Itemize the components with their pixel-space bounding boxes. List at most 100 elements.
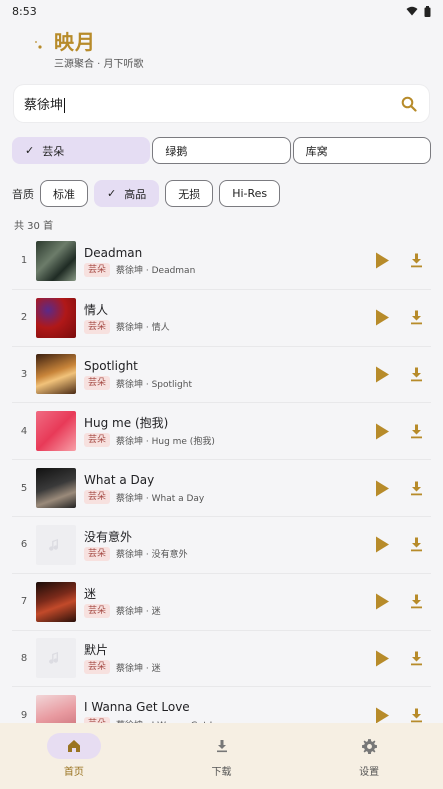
quality-chip-label: 标准 — [53, 187, 75, 201]
play-button[interactable] — [373, 706, 391, 723]
app-subtitle: 三源聚合 · 月下听歌 — [54, 59, 144, 70]
play-button[interactable] — [373, 309, 391, 327]
play-icon — [375, 593, 389, 610]
nav-label: 首页 — [63, 767, 84, 778]
song-title: Spotlight — [84, 359, 138, 374]
quality-chip-lossless[interactable]: 无损 — [165, 180, 214, 207]
song-index: 9 — [20, 709, 28, 721]
album-cover — [36, 354, 76, 395]
download-button[interactable] — [407, 479, 425, 497]
song-index: 1 — [20, 255, 28, 267]
play-icon — [375, 536, 389, 553]
song-row[interactable]: 9 I Wanna Get Love 芸朵 蔡徐坤 · I Wanna Get … — [12, 687, 431, 723]
result-count: 共 30 首 — [14, 221, 54, 232]
album-cover — [36, 695, 76, 723]
download-button[interactable] — [407, 422, 425, 440]
search-bar[interactable]: 蔡徐坤 — [14, 85, 429, 122]
song-row[interactable]: 1 Deadman 芸朵 蔡徐坤 · Deadman — [12, 233, 431, 290]
source-tag: 芸朵 — [84, 433, 111, 448]
source-tag: 芸朵 — [84, 490, 111, 505]
song-row[interactable]: 6 没有意外 芸朵 蔡徐坤 · 没有意外 — [12, 517, 431, 574]
song-title: Deadman — [84, 245, 143, 260]
app-title: 映月 — [54, 30, 96, 54]
song-row[interactable]: 2 情人 芸朵 蔡徐坤 · 情人 — [12, 290, 431, 347]
play-icon — [375, 650, 389, 667]
song-title: What a Day — [84, 473, 155, 488]
album-cover — [36, 581, 76, 622]
nav-label: 下载 — [211, 767, 232, 778]
play-icon — [375, 707, 389, 723]
song-index: 7 — [20, 596, 28, 608]
nav-home[interactable]: 首页 — [0, 723, 148, 789]
play-button[interactable] — [373, 536, 391, 554]
play-button[interactable] — [373, 422, 391, 440]
app-header: 映月 三源聚合 · 月下听歌 — [14, 30, 144, 70]
quality-chip-label: 无损 — [178, 187, 201, 201]
song-row[interactable]: 5 What a Day 芸朵 蔡徐坤 · What a Day — [12, 460, 431, 517]
source-chip-yunduo[interactable]: ✓ 芸朵 — [12, 137, 151, 164]
source-tag: 芸朵 — [84, 319, 111, 334]
search-icon[interactable] — [401, 96, 417, 112]
play-button[interactable] — [373, 649, 391, 667]
source-chip-lve[interactable]: 绿鹅 — [152, 137, 291, 164]
song-index: 4 — [20, 425, 28, 437]
song-row[interactable]: 4 Hug me (抱我) 芸朵 蔡徐坤 · Hug me (抱我) — [12, 403, 431, 461]
album-cover — [36, 240, 76, 281]
status-time: 8:53 — [12, 4, 37, 18]
song-row[interactable]: 3 Spotlight 芸朵 蔡徐坤 · Spotlight — [12, 347, 431, 404]
source-chip-label: 芸朵 — [42, 144, 65, 158]
music-note-placeholder-icon — [36, 638, 76, 679]
song-row[interactable]: 8 默片 芸朵 蔡徐坤 · 迷 — [12, 631, 431, 688]
song-list: 1 Deadman 芸朵 蔡徐坤 · Deadman 2 情人 芸朵 蔡徐坤 ·… — [12, 233, 431, 723]
download-icon — [410, 537, 422, 552]
song-index: 6 — [20, 539, 28, 551]
song-row[interactable]: 7 迷 芸朵 蔡徐坤 · 迷 — [12, 574, 431, 631]
source-tag: 芸朵 — [84, 660, 111, 675]
download-button[interactable] — [407, 365, 425, 383]
download-button[interactable] — [407, 649, 425, 667]
song-title: 迷 — [84, 586, 97, 601]
download-icon — [216, 740, 227, 753]
play-button[interactable] — [373, 252, 391, 270]
download-button[interactable] — [407, 593, 425, 611]
download-button[interactable] — [407, 536, 425, 554]
quality-chip-hires[interactable]: Hi-Res — [219, 180, 281, 207]
source-chip-label: 绿鹅 — [165, 144, 188, 158]
download-button[interactable] — [407, 706, 425, 723]
play-button[interactable] — [373, 365, 391, 383]
download-icon — [410, 708, 422, 723]
song-index: 3 — [20, 368, 28, 380]
nav-download[interactable]: 下载 — [148, 723, 296, 789]
quality-label: 音质 — [12, 187, 34, 201]
source-chip-label: 库窝 — [305, 144, 328, 158]
download-button[interactable] — [407, 309, 425, 327]
check-icon: ✓ — [107, 187, 117, 200]
song-title: Hug me (抱我) — [84, 416, 169, 431]
status-bar: 8:53 — [0, 0, 443, 22]
album-cover — [36, 411, 76, 452]
song-index: 8 — [20, 652, 28, 664]
song-subtitle: 蔡徐坤 · Deadman — [116, 266, 196, 277]
song-title: 没有意外 — [84, 529, 133, 544]
home-icon — [67, 740, 80, 752]
quality-chip-label: 高品 — [124, 187, 147, 201]
play-icon — [375, 309, 389, 326]
song-title: 情人 — [84, 302, 109, 317]
quality-chip-standard[interactable]: 标准 — [40, 180, 88, 207]
quality-chip-high[interactable]: ✓ 高品 — [94, 180, 160, 207]
download-icon — [410, 651, 422, 666]
song-subtitle: 蔡徐坤 · 情人 — [116, 323, 170, 334]
search-input[interactable]: 蔡徐坤 — [24, 98, 63, 113]
play-icon — [375, 366, 389, 383]
song-index: 2 — [20, 312, 28, 324]
play-button[interactable] — [373, 593, 391, 611]
quality-filter: 音质 标准 ✓ 高品 无损 Hi-Res — [12, 180, 281, 207]
download-button[interactable] — [407, 252, 425, 270]
source-chip-kuwo[interactable]: 库窝 — [292, 137, 431, 164]
play-icon — [375, 423, 389, 440]
source-tag: 芸朵 — [84, 546, 111, 561]
nav-settings[interactable]: 设置 — [295, 723, 443, 789]
play-button[interactable] — [373, 479, 391, 497]
source-tag: 芸朵 — [84, 262, 111, 277]
song-title: 默片 — [84, 643, 109, 658]
